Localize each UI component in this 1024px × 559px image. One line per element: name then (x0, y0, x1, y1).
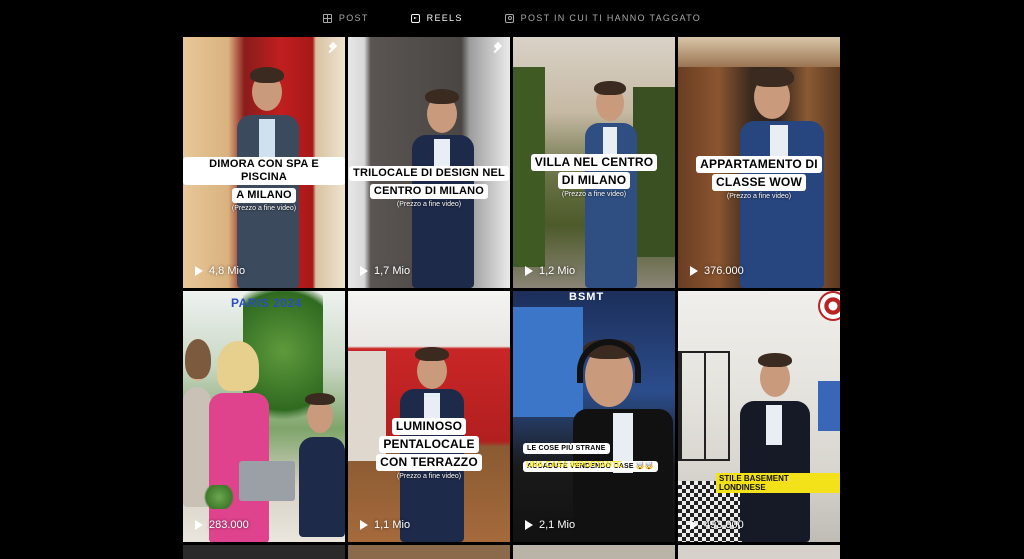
tab-tagged-label: POST IN CUI TI HANNO TAGGATO (520, 13, 702, 23)
view-count-text: 1,7 Mio (374, 265, 411, 277)
reel-caption: APPARTAMENTO DI CLASSE WOW (Prezzo a fin… (678, 155, 840, 200)
reel-caption: TRILOCALE DI DESIGN NEL CENTRO DI MILANO… (348, 163, 510, 208)
view-count: 4,8 Mio (195, 265, 245, 277)
caption-sub: (Prezzo a fine video) (726, 193, 792, 200)
reel-tile-12-partial[interactable] (678, 545, 840, 559)
grid-icon (322, 13, 332, 23)
bsmt-overlay: BSMT (569, 291, 605, 303)
reel-tile-3[interactable]: VILLA NEL CENTRO DI MILANO (Prezzo a fin… (513, 37, 675, 288)
caption-line: APPARTAMENTO DI (696, 156, 822, 173)
view-count: 493.000 (690, 519, 744, 531)
caption-line: CON TERRAZZO (376, 454, 482, 471)
reels-grid: DIMORA CON SPA E PISCINA A MILANO (Prezz… (183, 37, 841, 542)
caption-line: CENTRO DI MILANO (369, 184, 489, 199)
view-count: 2,1 Mio (525, 519, 575, 531)
reel-tile-11-partial[interactable] (513, 545, 675, 559)
view-count: 1,7 Mio (360, 265, 410, 277)
play-icon (525, 520, 533, 530)
reel-tile-1[interactable]: DIMORA CON SPA E PISCINA A MILANO (Prezz… (183, 37, 345, 288)
tab-post[interactable]: POST (322, 0, 369, 36)
reels-icon (410, 13, 420, 23)
reel-tile-6[interactable]: LUMINOSO PENTALOCALE CON TERRAZZO (Prezz… (348, 291, 510, 542)
play-icon (360, 520, 368, 530)
reel-caption: DIMORA CON SPA E PISCINA A MILANO (Prezz… (183, 157, 345, 212)
reel-tile-10-partial[interactable] (348, 545, 510, 559)
play-icon (360, 266, 368, 276)
view-count-text: 4,8 Mio (209, 265, 246, 277)
caption-sub: (Prezzo a fine video) (231, 205, 297, 212)
caption-line: TRILOCALE DI DESIGN NEL (349, 166, 509, 181)
reel-caption: LUMINOSO PENTALOCALE CON TERRAZZO (Prezz… (348, 417, 510, 480)
view-count-text: 376.000 (704, 265, 744, 277)
view-count-text: 2,1 Mio (539, 519, 576, 531)
play-icon (195, 266, 203, 276)
caption-line: PENTALOCALE (379, 436, 479, 453)
tab-reels-label: REELS (426, 13, 463, 23)
highlight-text: STILE BASEMENT LONDINESE (716, 473, 840, 493)
reel-tile-4[interactable]: APPARTAMENTO DI CLASSE WOW (Prezzo a fin… (678, 37, 840, 288)
tab-post-label: POST (338, 13, 369, 23)
tagged-icon (504, 13, 514, 23)
view-count-text: 1,2 Mio (539, 265, 576, 277)
reel-caption: VILLA NEL CENTRO DI MILANO (Prezzo a fin… (513, 153, 675, 198)
caption-line: LE COSE PIÙ STRANE (523, 443, 610, 454)
caption-line: DI MILANO (557, 172, 631, 189)
reel-tile-5[interactable]: PARIS 2024 283.000 (183, 291, 345, 542)
reel-tile-7[interactable]: BSMT LE COSE PIÙ STRANE ACCADUTE VENDEND… (513, 291, 675, 542)
tab-reels[interactable]: REELS (410, 0, 463, 36)
view-count: 1,2 Mio (525, 265, 575, 277)
tab-tagged[interactable]: POST IN CUI TI HANNO TAGGATO (504, 0, 702, 36)
reel-tile-8[interactable]: STILE BASEMENT LONDINESE 493.000 (678, 291, 840, 542)
view-count-text: 493.000 (704, 519, 744, 531)
play-icon (195, 520, 203, 530)
paris-overlay: PARIS 2024 (231, 296, 302, 310)
pin-icon (492, 43, 504, 55)
play-icon (690, 266, 698, 276)
caption-sub: (Prezzo a fine video) (396, 473, 462, 480)
caption-line: DIMORA CON SPA E PISCINA (183, 157, 345, 185)
view-count: 376.000 (690, 265, 744, 277)
caption-sub: (Prezzo a fine video) (561, 191, 627, 198)
reel-tile-9-partial[interactable] (183, 545, 345, 559)
view-count: 1,1 Mio (360, 519, 410, 531)
caption-line: CLASSE WOW (712, 174, 806, 191)
caption-line: VILLA NEL CENTRO (530, 154, 658, 171)
play-icon (690, 520, 698, 530)
play-icon (525, 266, 533, 276)
pin-icon (327, 43, 339, 55)
view-count-text: 1,1 Mio (374, 519, 411, 531)
view-count: 283.000 (195, 519, 249, 531)
reel-tile-2[interactable]: TRILOCALE DI DESIGN NEL CENTRO DI MILANO… (348, 37, 510, 288)
caption-line: LUMINOSO (391, 418, 467, 435)
profile-tabs: POST REELS POST IN CUI TI HANNO TAGGATO (0, 0, 1024, 36)
view-count-text: 283.000 (209, 519, 249, 531)
caption-line: A MILANO (232, 188, 296, 203)
highlight-text: UNA CASA IMPORTANTE. (526, 460, 625, 469)
caption-sub: (Prezzo a fine video) (396, 201, 462, 208)
